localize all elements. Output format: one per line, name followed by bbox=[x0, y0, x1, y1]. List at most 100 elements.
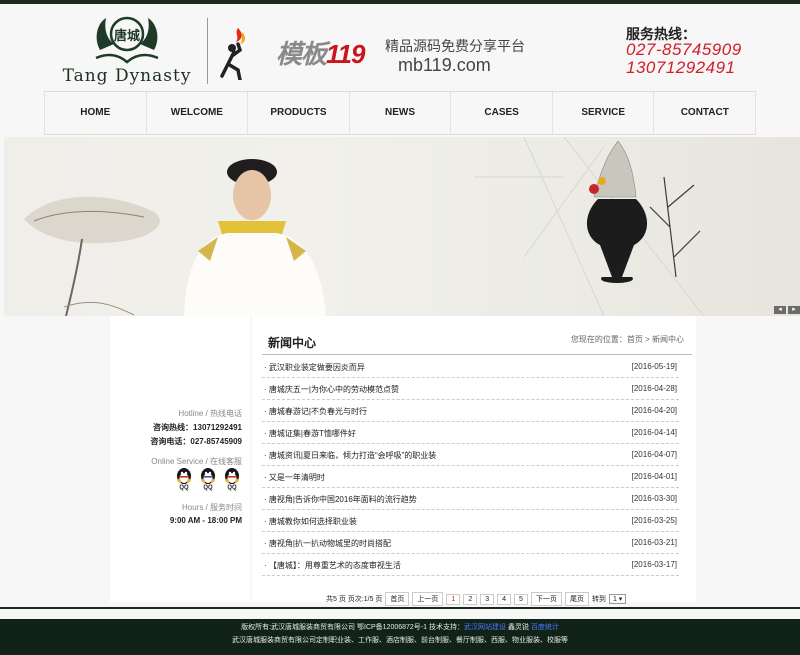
news-date: [2016-03-17] bbox=[631, 560, 677, 569]
nav-products[interactable]: PRODUCTS bbox=[248, 92, 350, 134]
nav-welcome[interactable]: WELCOME bbox=[147, 92, 249, 134]
nav-home[interactable]: HOME bbox=[44, 92, 147, 134]
page-select-value: 1 bbox=[612, 596, 617, 603]
banner-illustration bbox=[24, 137, 705, 316]
brand-name: Tang Dynasty bbox=[62, 66, 192, 86]
page-2-button[interactable]: 2 bbox=[463, 593, 478, 605]
news-title[interactable]: · 武汉职业装定做要因炎而异 bbox=[264, 362, 365, 373]
list-item: · 武汉职业装定做要因炎而异 [2016-05-19] bbox=[262, 356, 679, 378]
list-item: · 唐视角|告诉你中国2016年面料的流行趋势 [2016-03-30] bbox=[262, 488, 679, 510]
qq-button-3[interactable]: QQ bbox=[222, 466, 242, 492]
title-rule bbox=[262, 354, 692, 355]
mb-logo-cn: 模板 bbox=[276, 39, 327, 69]
qq-penguin-icon bbox=[201, 468, 215, 484]
next-page-button[interactable]: 下一页 bbox=[530, 592, 562, 606]
news-title[interactable]: · 唐城春游记|不负春光与时行 bbox=[264, 406, 367, 417]
list-item: · 又是一年清明时 [2016-04-01] bbox=[262, 466, 679, 488]
news-date: [2016-03-25] bbox=[631, 516, 677, 525]
list-item: · 唐城庆五一|为你心中的劳动模范点赞 [2016-04-28] bbox=[262, 378, 679, 400]
breadcrumb-sep: > bbox=[645, 335, 650, 344]
header: 唐城 Tang Dynasty 模板119 精品源码免费分享平台 mb119.c… bbox=[0, 4, 800, 90]
page-5-button[interactable]: 5 bbox=[514, 593, 528, 605]
news-title[interactable]: · 唐城教你如何选择职业装 bbox=[264, 516, 357, 527]
footer-tech-link[interactable]: 武汉网站建设 bbox=[464, 624, 506, 631]
news-title[interactable]: · 唐视角|告诉你中国2016年面料的流行趋势 bbox=[264, 494, 417, 505]
news-date: [2016-04-20] bbox=[631, 406, 677, 415]
news-title[interactable]: · 唐城资讯|夏日来临，倾力打造“会呼吸”的职业装 bbox=[264, 450, 436, 461]
hotline-number-2: 13071292491 bbox=[626, 58, 736, 77]
last-page-button[interactable]: 尾页 bbox=[564, 592, 589, 606]
list-item: · 唐城资讯|夏日来临，倾力打造“会呼吸”的职业装 [2016-04-07] bbox=[262, 444, 679, 466]
list-item: · 【唐城】：用尊重艺术的态度审视生活 [2016-03-17] bbox=[262, 554, 679, 576]
banner-next-button[interactable]: ▸ bbox=[788, 306, 800, 314]
page-1-button[interactable]: 1 bbox=[446, 593, 461, 605]
news-title[interactable]: · 唐视角|扒一扒动物城里的时尚搭配 bbox=[264, 538, 391, 549]
qq-penguin-icon bbox=[225, 468, 239, 484]
first-page-button[interactable]: 首页 bbox=[385, 592, 410, 606]
news-date: [2016-03-21] bbox=[631, 538, 677, 547]
qq-label: QQ bbox=[203, 485, 213, 491]
news-title[interactable]: · 唐城证集|春游T恤哪件好 bbox=[264, 428, 356, 439]
breadcrumb-current[interactable]: 新闻中心 bbox=[652, 335, 684, 344]
chevron-down-icon: ▾ bbox=[618, 596, 623, 603]
list-item: · 唐城春游记|不负春光与时行 [2016-04-20] bbox=[262, 400, 679, 422]
consult-phone: 咨询电话：027-85745909 bbox=[150, 437, 242, 446]
service-hours: 9:00 AM - 18:00 PM bbox=[169, 516, 242, 525]
mb-domain: mb119.com bbox=[398, 55, 491, 75]
news-list: · 武汉职业装定做要因炎而异 [2016-05-19] · 唐城庆五一|为你心中的… bbox=[262, 356, 679, 576]
qq-label: QQ bbox=[227, 485, 237, 491]
nav-news[interactable]: NEWS bbox=[350, 92, 452, 134]
footer: 版权所有:武汉唐城服装商贸有限公司 鄂ICP备12006872号-1 技术支持：… bbox=[0, 619, 800, 655]
main-nav: HOME WELCOME PRODUCTS NEWS CASES SERVICE… bbox=[44, 91, 757, 135]
nav-contact[interactable]: CONTACT bbox=[654, 92, 757, 134]
news-date: [2016-04-07] bbox=[631, 450, 677, 459]
consult-hotline: 咨询热线：13071292491 bbox=[153, 423, 242, 432]
hotline-number-1: 027-85745909 bbox=[626, 40, 742, 59]
news-panel: 新闻中心 您现在的位置：首页 > 新闻中心 · 武汉职业装定做要因炎而异 [201… bbox=[252, 316, 696, 606]
prev-page-button[interactable]: 上一页 bbox=[412, 592, 444, 606]
mb119-logo[interactable]: 模板119 bbox=[276, 34, 365, 71]
hotline-label: Hotline / 热线电话 bbox=[178, 409, 242, 418]
torch-runner-icon bbox=[220, 28, 246, 80]
header-divider bbox=[207, 18, 208, 84]
page-title: 新闻中心 bbox=[268, 336, 317, 350]
news-date: [2016-05-19] bbox=[631, 362, 677, 371]
tang-emblem-icon: 唐城 bbox=[95, 16, 159, 64]
emblem-text: 唐城 bbox=[114, 28, 140, 44]
page-select[interactable]: 1 ▾ bbox=[608, 594, 627, 604]
sidebar: Hotline / 热线电话 咨询热线：13071292491 咨询电话：027… bbox=[110, 316, 250, 602]
news-date: [2016-04-14] bbox=[631, 428, 677, 437]
mb-slogan: 精品源码免费分享平台 bbox=[385, 38, 525, 54]
news-title[interactable]: · 【唐城】：用尊重艺术的态度审视生活 bbox=[264, 560, 401, 571]
list-item: · 唐城证集|春游T恤哪件好 [2016-04-14] bbox=[262, 422, 679, 444]
page-3-button[interactable]: 3 bbox=[480, 593, 495, 605]
breadcrumb-prefix: 您现在的位置： bbox=[570, 335, 627, 344]
hero-banner bbox=[4, 137, 800, 316]
news-date: [2016-04-28] bbox=[631, 384, 677, 393]
page-4-button[interactable]: 4 bbox=[497, 593, 512, 605]
goto-label: 转到 bbox=[591, 596, 606, 603]
pagination: 共5 页 页次:1/5 页 首页 上一页 1 2 3 4 5 下一页 尾页 转到… bbox=[326, 591, 627, 607]
list-item: · 唐城教你如何选择职业装 [2016-03-25] bbox=[262, 510, 679, 532]
news-title[interactable]: · 唐城庆五一|为你心中的劳动模范点赞 bbox=[264, 384, 399, 395]
footer-copyright: 版权所有:武汉唐城服装商贸有限公司 鄂ICP备12006872号-1 技术支持：… bbox=[0, 622, 800, 632]
qq-penguin-icon bbox=[177, 468, 191, 484]
breadcrumb-home[interactable]: 首页 bbox=[627, 335, 643, 344]
breadcrumb: 您现在的位置：首页 > 新闻中心 bbox=[571, 334, 684, 345]
banner-prev-button[interactable]: ◂ bbox=[774, 306, 786, 314]
mb-logo-num: 119 bbox=[326, 39, 365, 69]
nav-service[interactable]: SERVICE bbox=[553, 92, 655, 134]
footer-divider bbox=[0, 607, 800, 609]
qq-button-2[interactable]: QQ bbox=[198, 466, 218, 492]
news-title[interactable]: · 又是一年清明时 bbox=[264, 472, 325, 483]
list-item: · 唐视角|扒一扒动物城里的时尚搭配 [2016-03-21] bbox=[262, 532, 679, 554]
qq-button-1[interactable]: QQ bbox=[174, 466, 194, 492]
news-date: [2016-04-01] bbox=[631, 472, 677, 481]
nav-cases[interactable]: CASES bbox=[451, 92, 553, 134]
hours-label: Hours / 服务时间 bbox=[181, 503, 242, 512]
site-logo[interactable]: 唐城 Tang Dynasty bbox=[52, 12, 202, 90]
footer-services: 武汉唐城服装商贸有限公司定制职业装、工作服、酒店制服、前台制服、餐厅制服、西服、… bbox=[232, 637, 568, 644]
footer-line1: 版权所有:武汉唐城服装商贸有限公司 鄂ICP备12006872号-1 技术支持： bbox=[241, 624, 464, 631]
footer-stats-link[interactable]: 百度统计 bbox=[531, 624, 559, 631]
qq-label: QQ bbox=[179, 485, 189, 491]
